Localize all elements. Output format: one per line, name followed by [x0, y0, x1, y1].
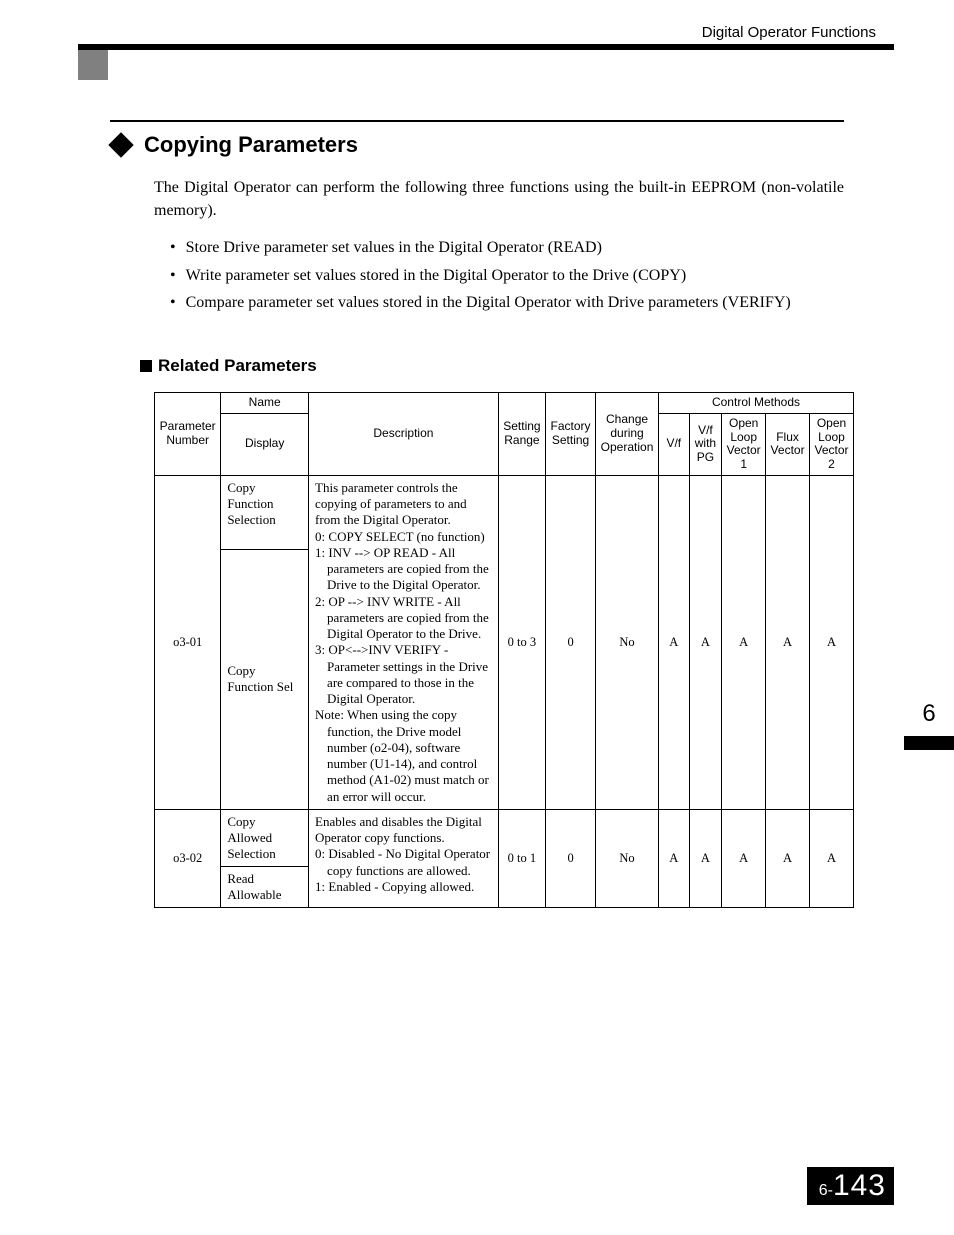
table-row: o3-02 Copy Allowed Selection Enables and… [155, 809, 854, 866]
bullet-item: Store Drive parameter set values in the … [170, 234, 844, 261]
th-name: Name [221, 392, 309, 413]
cell-name: Copy Allowed Selection [221, 809, 309, 866]
cell-olv1: A [722, 809, 766, 907]
cell-param: o3-01 [155, 475, 221, 809]
subsection-title: Related Parameters [158, 356, 317, 376]
cell-vf: A [659, 475, 690, 809]
bullet-list: Store Drive parameter set values in the … [170, 234, 844, 316]
cell-vfpg: A [689, 475, 722, 809]
footer-page: 143 [833, 1169, 886, 1202]
intro-paragraph: The Digital Operator can perform the fol… [154, 176, 844, 222]
diamond-icon [108, 132, 133, 157]
page-footer: 6-143 [807, 1167, 894, 1205]
bullet-item: Write parameter set values stored in the… [170, 262, 844, 289]
cell-flux: A [766, 809, 810, 907]
th-description: Description [309, 392, 499, 475]
cell-display: Copy Function Sel [221, 549, 309, 809]
side-tab: 6 [904, 700, 954, 750]
section-rule [110, 120, 844, 122]
desc-line: This parameter controls the copying of p… [315, 480, 492, 529]
cell-olv1: A [722, 475, 766, 809]
desc-line: 3: OP<-->INV VERIFY - Parameter settings… [315, 642, 492, 707]
running-header: Digital Operator Functions [702, 24, 876, 41]
th-factory-setting: Factory Setting [546, 392, 596, 475]
cell-setting: 0 to 1 [498, 809, 545, 907]
th-parameter-number: Parameter Number [155, 392, 221, 475]
cell-flux: A [766, 475, 810, 809]
th-olv2: Open Loop Vector 2 [810, 413, 854, 475]
header-rule [78, 44, 894, 50]
th-setting-range: Setting Range [498, 392, 545, 475]
cell-setting: 0 to 3 [498, 475, 545, 809]
cell-description: Enables and disables the Digital Operato… [309, 809, 499, 907]
desc-line: 0: Disabled - No Digital Operator copy f… [315, 846, 492, 879]
cell-description: This parameter controls the copying of p… [309, 475, 499, 809]
desc-line: 1: Enabled - Copying allowed. [315, 879, 492, 895]
desc-line: Enables and disables the Digital Operato… [315, 814, 492, 847]
th-flux: Flux Vector [766, 413, 810, 475]
cell-name: Copy Function Selection [221, 475, 309, 549]
bullet-item: Compare parameter set values stored in t… [170, 289, 844, 316]
desc-line: 1: INV --> OP READ - All parameters are … [315, 545, 492, 594]
cell-olv2: A [810, 809, 854, 907]
th-control-methods: Control Methods [659, 392, 854, 413]
cell-display: Read Allowable [221, 866, 309, 907]
table-body: o3-01 Copy Function Selection This param… [155, 475, 854, 907]
square-icon [140, 360, 152, 372]
cell-factory: 0 [546, 809, 596, 907]
table-row: o3-01 Copy Function Selection This param… [155, 475, 854, 549]
subsection-heading: Related Parameters [140, 356, 844, 376]
desc-line: Note: When using the copy function, the … [315, 707, 492, 805]
cell-vf: A [659, 809, 690, 907]
cell-change: No [596, 809, 659, 907]
cell-factory: 0 [546, 475, 596, 809]
th-change-during-op: Change during Operation [596, 392, 659, 475]
desc-line: 0: COPY SELECT (no function) [315, 529, 492, 545]
table-head: Parameter Number Name Description Settin… [155, 392, 854, 475]
th-olv1: Open Loop Vector 1 [722, 413, 766, 475]
cell-olv2: A [810, 475, 854, 809]
cell-param: o3-02 [155, 809, 221, 907]
cell-change: No [596, 475, 659, 809]
parameters-table: Parameter Number Name Description Settin… [154, 392, 854, 908]
cell-vfpg: A [689, 809, 722, 907]
section-heading: Copying Parameters [110, 132, 844, 158]
chapter-number: 6 [904, 700, 954, 728]
header-stub [78, 50, 108, 80]
th-vf-pg: V/f with PG [689, 413, 722, 475]
footer-prefix: 6- [819, 1182, 833, 1199]
section-title: Copying Parameters [144, 132, 358, 158]
content-area: Copying Parameters The Digital Operator … [110, 120, 844, 908]
tab-bar [904, 736, 954, 750]
th-display: Display [221, 413, 309, 475]
th-vf: V/f [659, 413, 690, 475]
desc-line: 2: OP --> INV WRITE - All parameters are… [315, 594, 492, 643]
page: Digital Operator Functions Copying Param… [0, 0, 954, 1235]
